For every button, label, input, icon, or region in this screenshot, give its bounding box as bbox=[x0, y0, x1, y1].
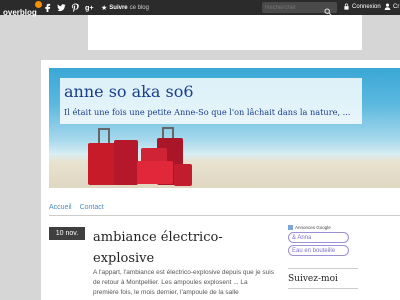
post-date-badge: 10 nov. bbox=[49, 227, 85, 240]
suivez-moi-heading: Suivez-moi bbox=[288, 274, 338, 284]
suitcase-image bbox=[174, 164, 192, 186]
search-icon[interactable] bbox=[324, 3, 333, 16]
sidebar-divider bbox=[288, 268, 358, 269]
overblog-logo[interactable]: overblog bbox=[3, 0, 42, 17]
post-excerpt: A l'appart, l'ambiance est électrico-exp… bbox=[93, 269, 274, 296]
follow-blog-button[interactable]: ★ Suivre ce blog bbox=[101, 4, 149, 12]
logo-text: overblog bbox=[3, 7, 37, 17]
blog-title[interactable]: anne so aka so6 bbox=[64, 82, 194, 101]
ads-label-text: Annonces Google bbox=[295, 225, 331, 230]
blog-subtitle: Il était une fois une petite Anne-So que… bbox=[64, 107, 351, 117]
follow-light-label: ce blog bbox=[129, 4, 149, 11]
post-title[interactable]: ambiance électrico-explosive bbox=[93, 227, 243, 269]
create-label: Cr bbox=[393, 3, 400, 10]
nav-item-contact[interactable]: Contact bbox=[80, 204, 104, 211]
twitter-icon[interactable] bbox=[56, 2, 67, 13]
search-box bbox=[262, 2, 337, 16]
lock-icon bbox=[344, 3, 349, 10]
ad-link-pill[interactable]: & Anna bbox=[288, 232, 349, 243]
create-blog-button[interactable]: Cr bbox=[384, 3, 399, 10]
star-icon: ★ bbox=[101, 4, 108, 12]
title-box: anne so aka so6 Il était une fois une pe… bbox=[60, 78, 362, 124]
svg-text:g+: g+ bbox=[85, 3, 94, 12]
suitcase-handle bbox=[98, 128, 110, 143]
blog-page: anne so aka so6 Il était une fois une pe… bbox=[41, 60, 400, 300]
suitcase-image bbox=[114, 140, 138, 185]
user-icon bbox=[384, 3, 391, 10]
ad-area bbox=[88, 15, 362, 50]
follow-bold-label: Suivre bbox=[109, 4, 128, 11]
logo-badge bbox=[35, 0, 42, 8]
search-input[interactable] bbox=[262, 4, 324, 11]
main-nav: Accueil Contact bbox=[49, 204, 104, 211]
login-button[interactable]: Connexion bbox=[343, 3, 381, 10]
info-icon bbox=[288, 225, 293, 230]
ads-label: Annonces Google bbox=[288, 225, 358, 230]
ad-link-pill[interactable]: Eau en bouteille bbox=[288, 245, 349, 256]
header-banner: anne so aka so6 Il était une fois une pe… bbox=[49, 68, 400, 188]
nav-divider bbox=[49, 215, 400, 216]
suitcase-image bbox=[137, 161, 173, 184]
google-plus-icon[interactable]: g+ bbox=[84, 2, 95, 13]
overblog-topbar: overblog g+ ★ Suivre ce blog bbox=[0, 0, 400, 17]
sidebar-ads: Annonces Google & Anna Eau en bouteille bbox=[288, 225, 358, 256]
facebook-icon[interactable] bbox=[42, 2, 53, 13]
pinterest-icon[interactable] bbox=[70, 2, 81, 13]
nav-item-accueil[interactable]: Accueil bbox=[49, 204, 72, 211]
login-label: Connexion bbox=[352, 3, 381, 10]
sidebar-divider bbox=[288, 288, 358, 289]
